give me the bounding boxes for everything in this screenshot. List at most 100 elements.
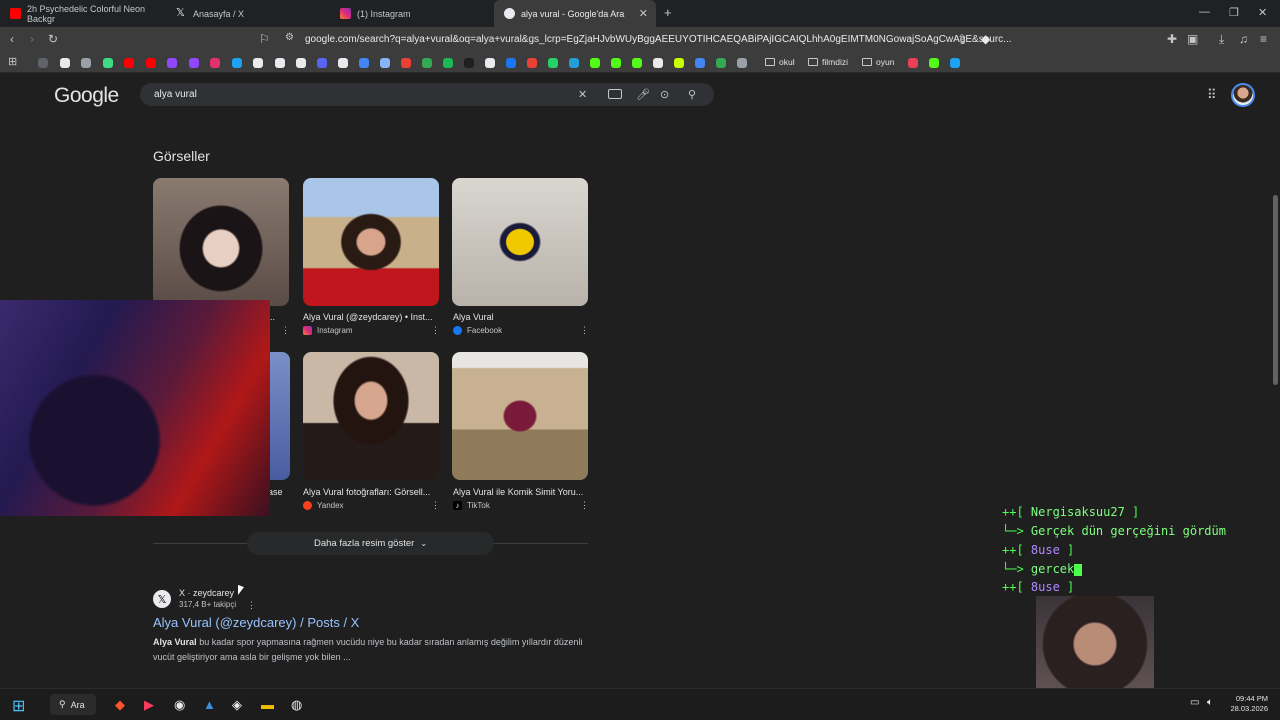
share-icon[interactable]: ⇪ — [957, 32, 967, 46]
app-icon[interactable]: ◈ — [232, 697, 242, 713]
minimize-icon[interactable]: — — [1199, 6, 1210, 18]
tab-instagram[interactable]: (1) Instagram — [330, 0, 496, 27]
bookmark-favicon-icon[interactable] — [81, 58, 91, 68]
close-tab-icon[interactable]: ✕ — [639, 7, 648, 20]
more-options-icon[interactable]: ⋮ — [247, 600, 256, 611]
bookmark-favicon-icon[interactable] — [443, 58, 453, 68]
apps-grid-icon[interactable]: ⊞ — [8, 55, 17, 68]
more-options-icon[interactable]: ⋮ — [580, 500, 589, 511]
bookmark-favicon-icon[interactable] — [506, 58, 516, 68]
bookmark-favicon-icon[interactable] — [124, 58, 134, 68]
back-icon[interactable]: ‹ — [10, 32, 14, 46]
bookmark-favicon-icon[interactable] — [210, 58, 220, 68]
image-result[interactable] — [303, 178, 439, 306]
google-apps-icon[interactable]: ⠿ — [1207, 87, 1217, 103]
tab-x[interactable]: 𝕏 Anasayfa / X — [166, 0, 332, 27]
bookmark-favicon-icon[interactable] — [274, 58, 285, 68]
more-options-icon[interactable]: ⋮ — [580, 325, 589, 336]
bookmark-favicon-icon[interactable] — [231, 58, 242, 68]
bookmark-favicon-icon[interactable] — [422, 58, 432, 68]
bookmark-favicon-icon[interactable] — [485, 58, 495, 68]
lens-icon[interactable]: ⊙ — [660, 88, 669, 101]
media-player-icon[interactable]: ▶ — [144, 697, 154, 713]
bookmark-favicon-icon[interactable] — [38, 58, 48, 68]
address-bar[interactable]: google.com/search?q=alya+vural&oq=alya+v… — [305, 34, 1012, 45]
google-logo[interactable]: Google — [54, 84, 119, 108]
image-caption[interactable]: Alya Vural ile Komik Simit Yoru... — [453, 487, 588, 497]
microphone-icon[interactable]: 🎤︎ — [636, 88, 650, 101]
search-box[interactable]: alya vural ✕ 🎤︎ ⊙ ⚲ — [140, 83, 714, 106]
menu-icon[interactable]: ≡ — [1260, 32, 1267, 46]
image-caption[interactable]: Alya Vural — [453, 312, 588, 322]
tab-youtube[interactable]: 2h Psychedelic Colorful Neon Backgr — [0, 0, 166, 27]
result-site[interactable]: X · zeydcarey — [179, 588, 234, 598]
bookmark-favicon-icon[interactable] — [317, 58, 327, 68]
windows-start-icon[interactable]: ⊞ — [12, 696, 25, 716]
reload-icon[interactable]: ↻ — [48, 32, 58, 46]
bookmark-favicon-icon[interactable] — [632, 58, 642, 68]
bookmark-favicon-icon[interactable] — [401, 58, 411, 68]
keyboard-icon[interactable] — [608, 89, 622, 99]
bookmark-favicon-icon[interactable] — [464, 58, 474, 68]
folder-icon[interactable]: ▬ — [261, 697, 274, 712]
bookmark-favicon-icon[interactable] — [380, 58, 390, 68]
image-caption[interactable]: ase — [268, 487, 290, 497]
image-result[interactable] — [452, 178, 588, 306]
more-options-icon[interactable]: ⋮ — [281, 325, 290, 336]
search-icon[interactable]: ⚲ — [688, 88, 696, 101]
bookmark-favicon-icon[interactable] — [737, 58, 747, 68]
obs-icon[interactable]: ◉ — [174, 697, 185, 713]
steam-icon[interactable]: ◍ — [291, 697, 302, 713]
bookmark-icon[interactable]: ⚐ — [259, 32, 270, 46]
image-caption[interactable]: Alya Vural fotoğrafları: Görsell... — [303, 487, 438, 497]
bookmark-favicon-icon[interactable] — [145, 58, 156, 68]
bookmark-folder-1[interactable]: filmdizi — [808, 57, 848, 67]
image-source[interactable]: Instagram — [303, 326, 353, 335]
search-input[interactable]: alya vural — [154, 89, 197, 100]
avatar[interactable] — [1231, 83, 1255, 107]
bookmark-favicon-icon[interactable] — [338, 58, 348, 68]
bookmark-folder-0[interactable]: okul — [765, 57, 795, 67]
x-icon[interactable]: 𝕏 — [153, 590, 171, 608]
bookmark-folder-2[interactable]: oyun — [862, 57, 894, 67]
bookmark-favicon-icon[interactable] — [296, 58, 306, 68]
bookmark-favicon-icon[interactable] — [590, 58, 600, 68]
bookmark-favicon-icon[interactable] — [359, 58, 369, 68]
bookmark-favicon-icon[interactable] — [674, 58, 684, 68]
bookmark-favicon-icon[interactable] — [716, 58, 726, 68]
bookmark-favicon-icon[interactable] — [653, 58, 663, 68]
restore-icon[interactable]: ❐ — [1229, 6, 1239, 19]
scrollbar-thumb[interactable] — [1273, 195, 1278, 385]
image-caption[interactable]: Alya Vural (@zeydcarey) • Inst... — [303, 312, 438, 322]
bookmark-favicon-icon[interactable] — [167, 58, 177, 68]
image-result[interactable] — [452, 352, 588, 480]
bookmark-favicon-icon[interactable] — [527, 58, 537, 68]
extensions-icon[interactable]: ✚ — [1167, 32, 1177, 46]
taskbar-search-button[interactable]: ⚲ Ara — [50, 694, 96, 715]
bookmark-favicon-icon[interactable] — [569, 58, 579, 68]
image-source[interactable]: Facebook — [453, 326, 502, 335]
system-clock[interactable]: 09:44 PM 28.03.2026 — [1228, 694, 1268, 714]
tab-google[interactable]: alya vural - Google'da Ara ✕ — [494, 0, 656, 27]
show-more-images-button[interactable]: Daha fazla resim göster ⌄ — [247, 532, 494, 555]
bookmark-favicon-icon[interactable] — [102, 58, 113, 68]
forward-icon[interactable]: › — [30, 32, 34, 46]
bookmark-favicon-icon[interactable] — [929, 58, 939, 68]
volume-icon[interactable]: 🔈︎ — [1207, 697, 1213, 708]
display-icon[interactable]: ▭ — [1190, 697, 1199, 708]
site-info-icon[interactable]: ⚙ — [285, 32, 294, 43]
bookmark-favicon-icon[interactable] — [548, 58, 558, 68]
bookmark-favicon-icon[interactable] — [611, 58, 621, 68]
bookmark-favicon-icon[interactable] — [188, 58, 199, 68]
bookmark-favicon-icon[interactable] — [950, 58, 960, 68]
new-tab-icon[interactable]: + — [664, 5, 672, 20]
clear-icon[interactable]: ✕ — [578, 88, 587, 101]
sidebar-icon[interactable]: ▣ — [1187, 32, 1198, 46]
image-result[interactable] — [153, 178, 289, 306]
brave-icon[interactable]: ◆ — [115, 697, 125, 713]
bookmark-favicon-icon[interactable] — [695, 58, 705, 68]
media-icon[interactable]: ♫ — [1239, 32, 1248, 46]
download-icon[interactable]: ⤓ — [1219, 32, 1224, 47]
image-source[interactable]: ♪ TikTok — [453, 501, 490, 510]
bookmark-favicon-icon[interactable] — [908, 58, 918, 68]
